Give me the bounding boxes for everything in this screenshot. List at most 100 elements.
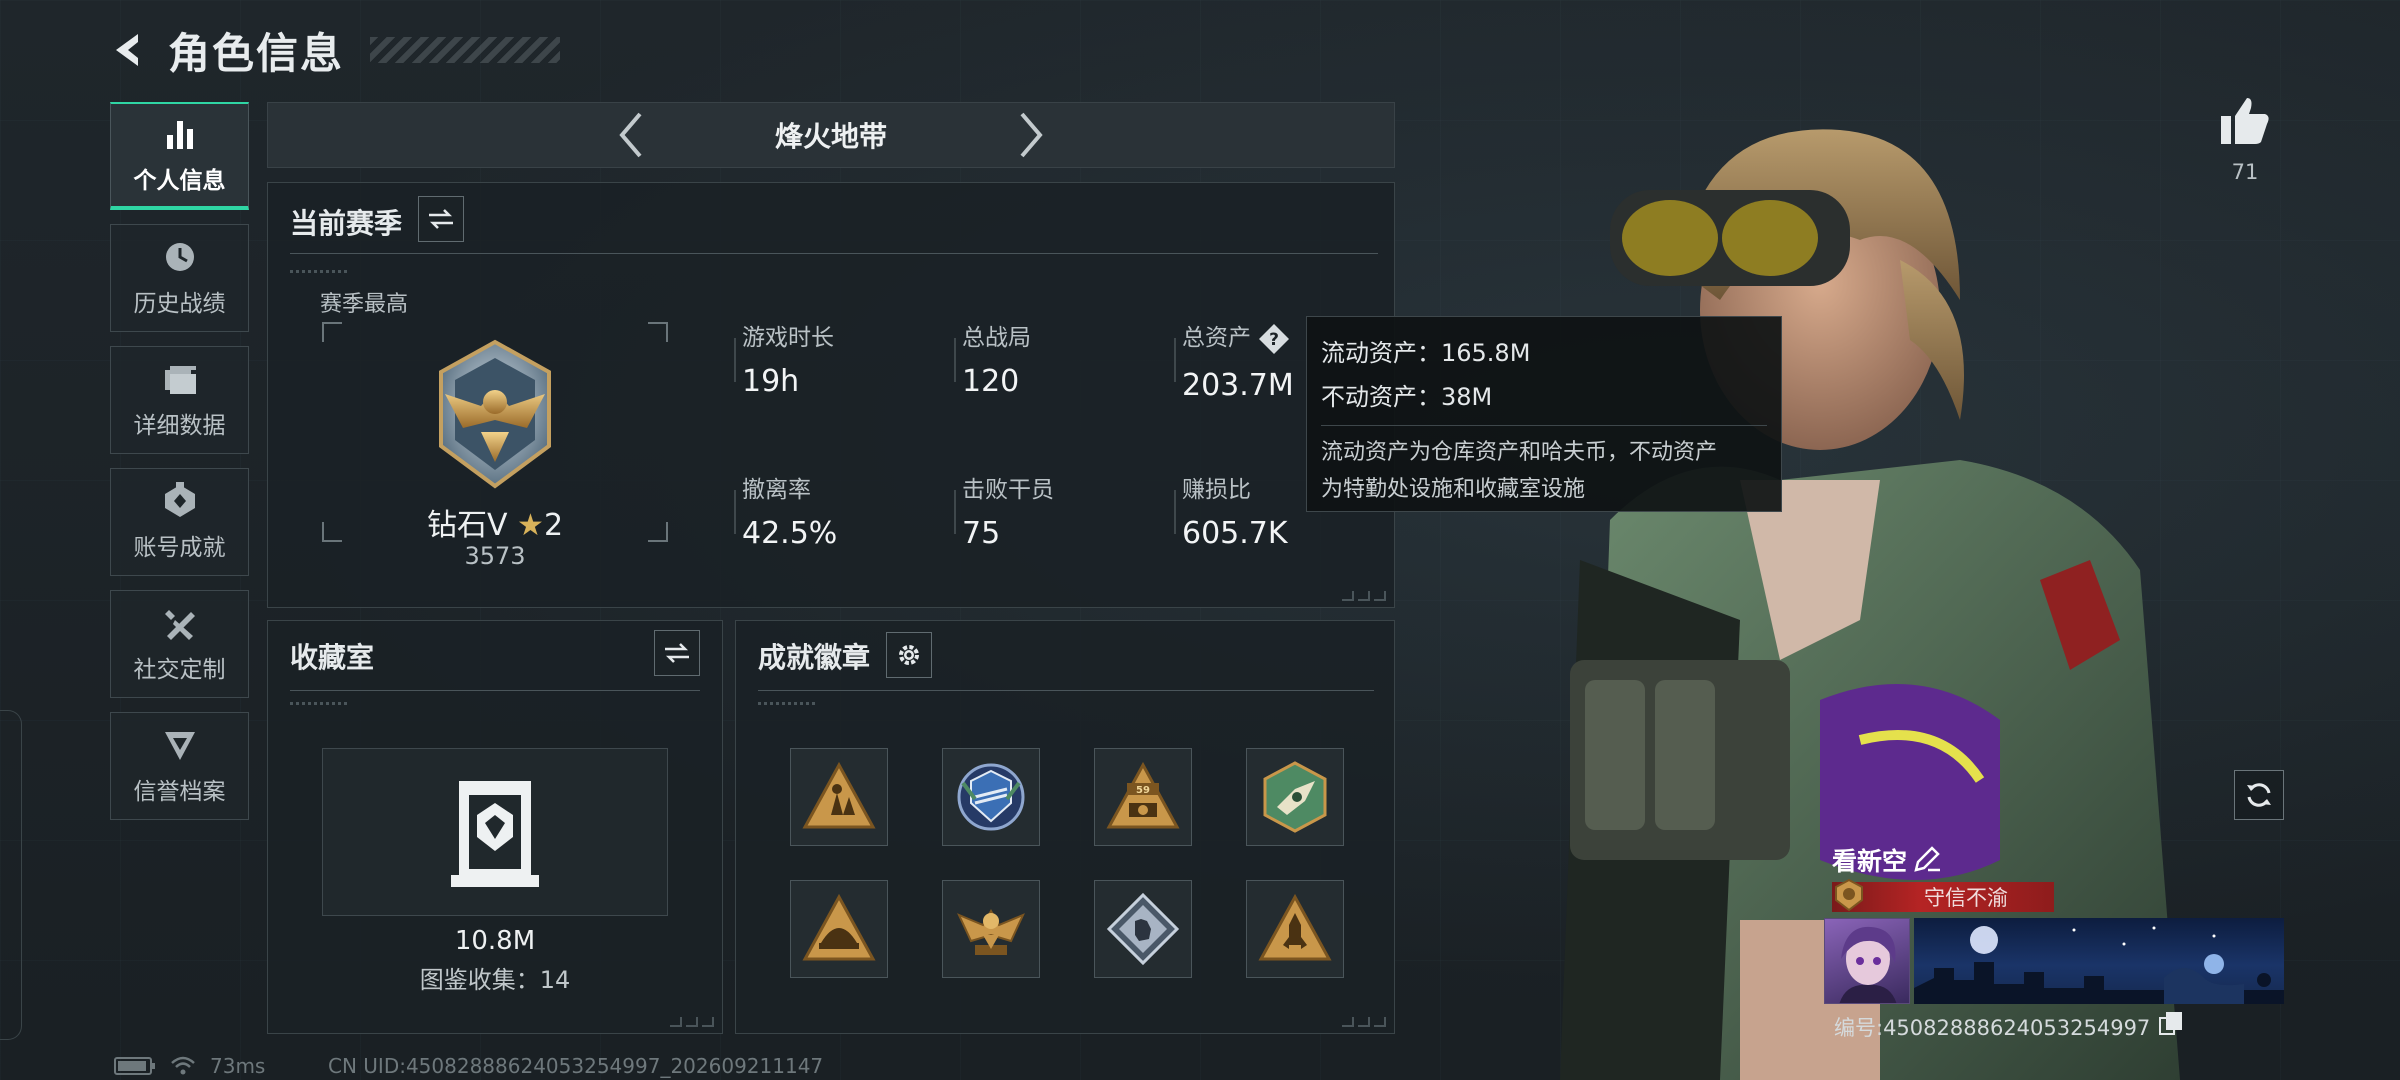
sidebar: 个人信息 历史战绩 详细数据 账号成就 社交定制 信誉档案 [110, 102, 249, 820]
tooltip-fixed-assets: 不动资产：38M [1321, 383, 1493, 411]
sidebar-item-label: 账号成就 [133, 535, 226, 561]
battery-icon [114, 1057, 155, 1075]
collection-count: 图鉴收集：14 [419, 966, 571, 994]
edit-pencil-icon[interactable] [1912, 844, 1942, 874]
header: 角色信息 [110, 18, 561, 82]
rank-stars: 2 [543, 508, 564, 543]
bar-chart-icon [166, 121, 193, 149]
gear-icon [899, 645, 919, 665]
tooltip-liquid-assets: 流动资产：165.8M [1321, 339, 1531, 367]
badges-settings-button[interactable] [886, 632, 932, 678]
badge-7[interactable] [1094, 880, 1192, 978]
triangle-rocket-badge-icon [1258, 893, 1332, 961]
mode-title: 烽火地带 [774, 120, 887, 153]
left-edge-handle[interactable] [0, 710, 22, 1040]
sidebar-item-label: 详细数据 [133, 413, 226, 439]
stat-value: 120 [962, 364, 1020, 399]
like-button[interactable] [2210, 96, 2280, 150]
badges-title: 成就徽章 [758, 641, 871, 674]
profile-banner[interactable] [1914, 918, 2284, 1004]
player-title-text: 守信不渝 [1924, 886, 2008, 910]
stat-value: 42.5% [742, 516, 838, 551]
clock-history-icon [165, 243, 194, 271]
badge-5[interactable] [790, 880, 888, 978]
refresh-button[interactable] [2234, 770, 2284, 820]
stat-label: 撤离率 [742, 477, 811, 503]
sidebar-item-personal-info[interactable]: 个人信息 [110, 102, 249, 210]
badge-1[interactable] [790, 748, 888, 846]
rank-score: 3573 [464, 542, 526, 570]
stat-operators-defeated: 击败干员 75 [954, 470, 1054, 551]
page-title: 角色信息 [168, 28, 345, 78]
divider [758, 690, 1374, 691]
help-question-icon[interactable]: ? [1257, 322, 1291, 356]
corner-decoration [1342, 1017, 1386, 1027]
sidebar-item-credit[interactable]: 信誉档案 [110, 712, 249, 820]
title-decoration [370, 37, 561, 63]
badge-3[interactable]: 59 [1094, 748, 1192, 846]
stat-value: 605.7K [1182, 516, 1288, 551]
collection-display[interactable] [322, 748, 668, 916]
mode-prev-chevron-icon[interactable] [601, 105, 661, 165]
eagle-badge-icon [957, 908, 1025, 955]
avatar[interactable] [1824, 918, 1910, 1004]
player-title-badge: 守信不渝 [1832, 878, 2054, 912]
badge-6[interactable] [942, 880, 1040, 978]
title-emblem-icon [1835, 878, 1863, 912]
tooltip-divider [1321, 425, 1767, 426]
stat-label: 总战局 [962, 325, 1031, 351]
rank-name-text: 钻石V [426, 508, 508, 543]
stat-value: 75 [962, 516, 1001, 551]
sidebar-item-social[interactable]: 社交定制 [110, 590, 249, 698]
sidebar-item-details[interactable]: 详细数据 [110, 346, 249, 454]
triangle-soldiers-badge-icon [802, 761, 876, 829]
wrench-screwdriver-icon [164, 610, 195, 640]
stat-total-assets: 总资产? 203.7M [1174, 318, 1294, 403]
assets-tooltip: 流动资产：165.8M 不动资产：38M 流动资产为仓库资产和哈夫币，不动资产 … [1306, 316, 1782, 512]
badge-4[interactable] [1246, 748, 1344, 846]
badge-8[interactable] [1246, 880, 1344, 978]
svg-text:59: 59 [1136, 785, 1150, 796]
collection-switch-button[interactable] [654, 630, 700, 676]
refresh-icon [2247, 783, 2271, 807]
badge-2[interactable] [942, 748, 1040, 846]
stat-profit-loss-ratio: 赚损比 605.7K [1174, 470, 1288, 551]
stat-value: 203.7M [1182, 367, 1294, 403]
sidebar-item-achievements[interactable]: 账号成就 [110, 468, 249, 576]
display-case-icon [451, 781, 539, 887]
corner-decoration [670, 1017, 714, 1027]
collection-title: 收藏室 [290, 641, 375, 674]
status-bar: 73ms [114, 1054, 265, 1078]
divider-dots [290, 270, 350, 273]
season-switch-button[interactable] [418, 196, 464, 242]
copy-icon[interactable] [2158, 1010, 2184, 1036]
back-arrow-icon[interactable] [110, 30, 150, 70]
blue-shield-badge-icon [957, 763, 1025, 831]
folder-icon [164, 366, 196, 394]
swap-arrows-icon [665, 643, 689, 663]
stat-label: 击败干员 [962, 477, 1054, 503]
swap-arrows-icon [429, 209, 453, 229]
achievement-icon [164, 482, 195, 517]
like-count: 71 [2231, 160, 2259, 184]
sidebar-item-label: 历史战绩 [133, 291, 226, 317]
player-id: 编号:4508288862405325499​7 [1834, 1016, 2151, 1040]
svg-text:?: ? [1269, 330, 1279, 350]
season-best-label: 赛季最高 [320, 292, 409, 317]
season-title: 当前赛季 [290, 207, 403, 240]
ping-text: 73ms [210, 1054, 266, 1078]
mode-next-chevron-icon[interactable] [1001, 105, 1061, 165]
stat-play-time: 游戏时长 19h [734, 318, 834, 399]
stat-label: 总资产? [1182, 318, 1294, 356]
rank-name: 钻石V ★2 [322, 500, 668, 544]
sidebar-item-label: 社交定制 [133, 657, 226, 683]
star-icon: ★ [517, 508, 544, 543]
divider [290, 253, 1378, 254]
sidebar-item-history[interactable]: 历史战绩 [110, 224, 249, 332]
triangle-helmet-badge-icon [802, 893, 876, 961]
green-hexagon-badge-icon [1263, 761, 1327, 833]
collection-value: 10.8M [454, 926, 536, 956]
thumbs-up-icon [2221, 98, 2269, 144]
uid-text: CN UID:4508288862405325499​7_20260921114… [328, 1054, 824, 1078]
credit-shield-icon [164, 732, 195, 760]
